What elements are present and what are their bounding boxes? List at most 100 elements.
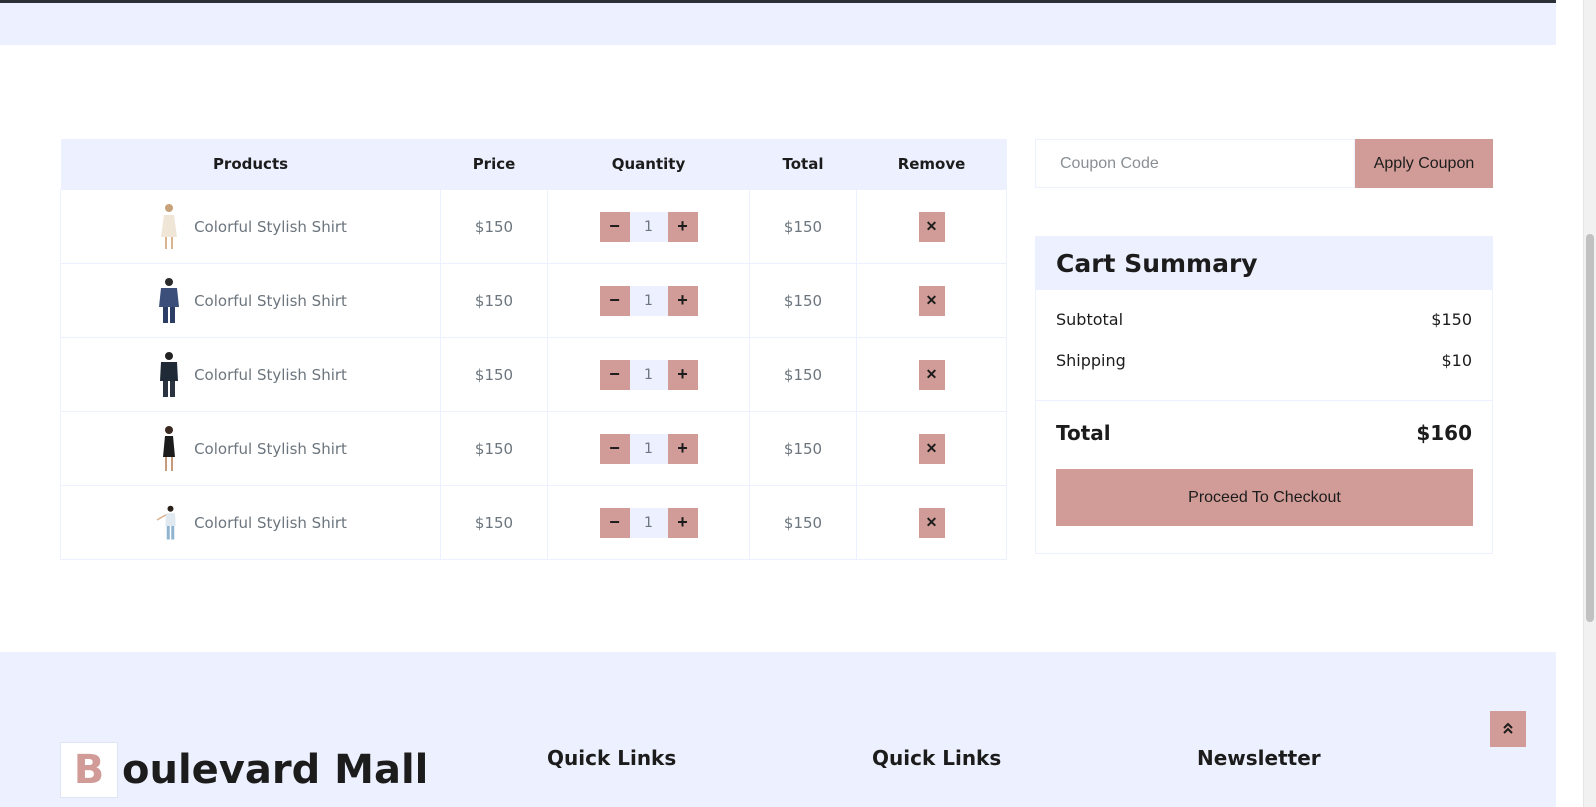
shipping-label: Shipping [1056, 351, 1126, 370]
product-info: Colorful Stylish Shirt [61, 276, 440, 326]
decrease-quantity-button[interactable]: − [599, 359, 630, 390]
footer: B oulevard Mall Quick Links Quick Links … [0, 652, 1556, 807]
remove-cell: ✕ [856, 263, 1007, 338]
close-icon: ✕ [925, 292, 938, 308]
quantity-value[interactable]: 1 [629, 285, 668, 316]
product-image [154, 424, 184, 474]
close-icon: ✕ [925, 514, 938, 530]
quantity-stepper: − 1 + [599, 211, 698, 242]
column-header-total: Total [749, 139, 857, 190]
shipping-row: Shipping $10 [1056, 351, 1472, 370]
product-cell: Colorful Stylish Shirt [60, 189, 441, 264]
total-value: $160 [1416, 421, 1472, 445]
footer-quick-links-title-1: Quick Links [547, 746, 677, 770]
product-name[interactable]: Colorful Stylish Shirt [194, 514, 347, 532]
quantity-value[interactable]: 1 [629, 507, 668, 538]
product-cell: Colorful Stylish Shirt [60, 337, 441, 412]
increase-quantity-button[interactable]: + [667, 359, 698, 390]
close-icon: ✕ [925, 440, 938, 456]
quantity-value[interactable]: 1 [629, 359, 668, 390]
product-info: Colorful Stylish Shirt [61, 202, 440, 252]
price-cell: $150 [440, 337, 548, 412]
decrease-quantity-button[interactable]: − [599, 507, 630, 538]
product-name[interactable]: Colorful Stylish Shirt [194, 440, 347, 458]
table-header-row: Products Price Quantity Total Remove [60, 139, 1007, 190]
quantity-cell: − 1 + [547, 411, 750, 486]
decrease-quantity-button[interactable]: − [599, 285, 630, 316]
column-header-remove: Remove [856, 139, 1007, 190]
product-name[interactable]: Colorful Stylish Shirt [194, 218, 347, 236]
increase-quantity-button[interactable]: + [667, 285, 698, 316]
cart-summary: Cart Summary Subtotal $150 Shipping $10 … [1035, 236, 1493, 554]
cart-summary-title: Cart Summary [1036, 237, 1492, 290]
product-info: Colorful Stylish Shirt [61, 424, 440, 474]
remove-cell: ✕ [856, 411, 1007, 486]
quantity-value[interactable]: 1 [629, 211, 668, 242]
table-row: Colorful Stylish Shirt $150 − 1 + $150 ✕ [60, 337, 1007, 412]
cart-table: Products Price Quantity Total Remove Col… [60, 139, 1007, 560]
vertical-scrollbar[interactable] [1583, 0, 1596, 807]
coupon-code-input[interactable] [1035, 139, 1355, 188]
remove-item-button[interactable]: ✕ [918, 285, 945, 316]
remove-item-button[interactable]: ✕ [918, 359, 945, 390]
subtotal-value: $150 [1431, 310, 1472, 329]
double-chevron-up-icon [1501, 721, 1515, 738]
table-row: Colorful Stylish Shirt $150 − 1 + $150 ✕ [60, 485, 1007, 560]
product-cell: Colorful Stylish Shirt [60, 411, 441, 486]
remove-item-button[interactable]: ✕ [918, 211, 945, 242]
table-row: Colorful Stylish Shirt $150 − 1 + $150 ✕ [60, 189, 1007, 264]
quantity-stepper: − 1 + [599, 359, 698, 390]
scrollbar-thumb[interactable] [1586, 234, 1594, 622]
product-image [154, 498, 184, 548]
remove-item-button[interactable]: ✕ [918, 433, 945, 464]
price-cell: $150 [440, 411, 548, 486]
total-row: Total $160 [1036, 401, 1492, 445]
column-header-price: Price [440, 139, 548, 190]
subtotal-row: Subtotal $150 [1056, 310, 1472, 329]
total-cell: $150 [749, 411, 857, 486]
product-name[interactable]: Colorful Stylish Shirt [194, 366, 347, 384]
product-cell: Colorful Stylish Shirt [60, 263, 441, 338]
page-header-band [0, 3, 1556, 45]
increase-quantity-button[interactable]: + [667, 433, 698, 464]
total-cell: $150 [749, 189, 857, 264]
total-cell: $150 [749, 337, 857, 412]
product-image [154, 202, 184, 252]
decrease-quantity-button[interactable]: − [599, 433, 630, 464]
product-name[interactable]: Colorful Stylish Shirt [194, 292, 347, 310]
apply-coupon-button[interactable]: Apply Coupon [1355, 139, 1493, 188]
increase-quantity-button[interactable]: + [667, 211, 698, 242]
logo-text: oulevard Mall [122, 747, 429, 793]
remove-cell: ✕ [856, 485, 1007, 560]
logo-letter: B [60, 742, 118, 798]
remove-cell: ✕ [856, 189, 1007, 264]
close-icon: ✕ [925, 218, 938, 234]
quantity-cell: − 1 + [547, 263, 750, 338]
product-image [154, 276, 184, 326]
quantity-cell: − 1 + [547, 337, 750, 412]
remove-cell: ✕ [856, 337, 1007, 412]
proceed-to-checkout-button[interactable]: Proceed To Checkout [1056, 469, 1473, 526]
total-cell: $150 [749, 263, 857, 338]
footer-newsletter-title: Newsletter [1197, 746, 1321, 770]
product-info: Colorful Stylish Shirt [61, 498, 440, 548]
close-icon: ✕ [925, 366, 938, 382]
price-cell: $150 [440, 263, 548, 338]
quantity-stepper: − 1 + [599, 433, 698, 464]
table-row: Colorful Stylish Shirt $150 − 1 + $150 ✕ [60, 411, 1007, 486]
total-cell: $150 [749, 485, 857, 560]
subtotal-label: Subtotal [1056, 310, 1124, 329]
quantity-stepper: − 1 + [599, 285, 698, 316]
column-header-products: Products [60, 139, 441, 190]
product-cell: Colorful Stylish Shirt [60, 485, 441, 560]
coupon-form: Apply Coupon [1035, 139, 1493, 188]
total-label: Total [1056, 421, 1111, 445]
quantity-cell: − 1 + [547, 485, 750, 560]
back-to-top-button[interactable] [1490, 711, 1526, 747]
decrease-quantity-button[interactable]: − [599, 211, 630, 242]
shipping-value: $10 [1441, 351, 1472, 370]
increase-quantity-button[interactable]: + [667, 507, 698, 538]
quantity-value[interactable]: 1 [629, 433, 668, 464]
remove-item-button[interactable]: ✕ [918, 507, 945, 538]
footer-logo[interactable]: B oulevard Mall [60, 742, 428, 798]
